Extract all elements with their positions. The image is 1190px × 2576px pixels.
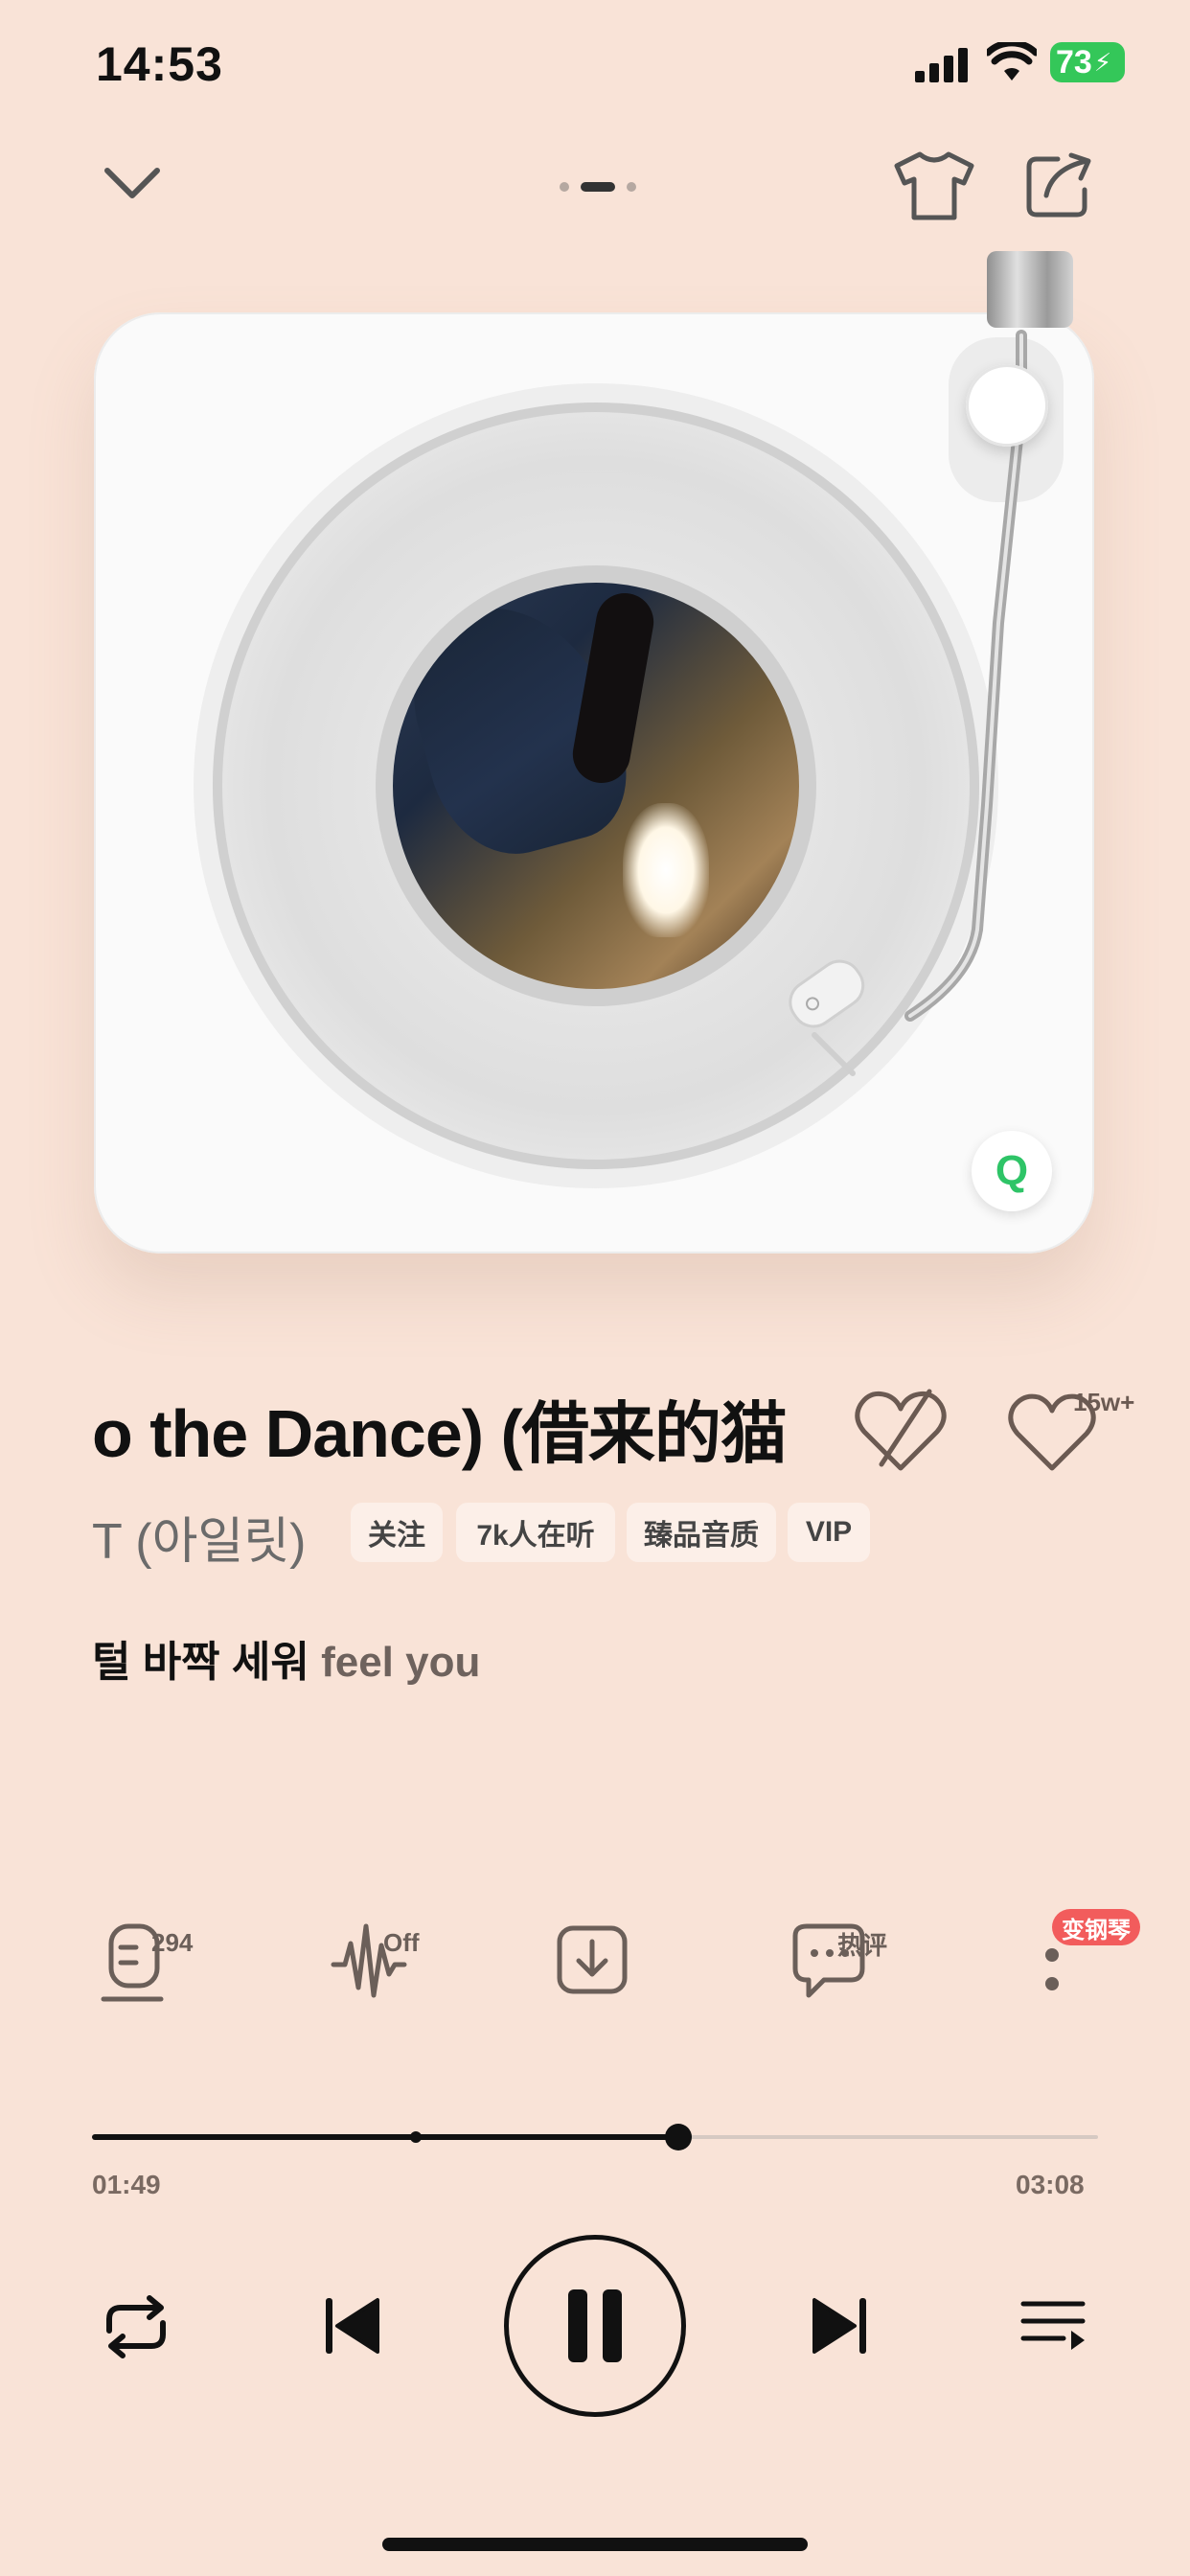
total-duration: 03:08 (1016, 2170, 1085, 2199)
karaoke-count: 294 (151, 1928, 194, 1957)
listeners-tag[interactable]: 7k人在听 (456, 1503, 615, 1562)
home-indicator[interactable] (382, 2538, 808, 2551)
pause-button[interactable] (504, 2235, 686, 2417)
sound-effect-state: Off (383, 1928, 420, 1957)
next-track-icon[interactable] (809, 2294, 870, 2358)
charging-icon: ⚡ (1093, 47, 1112, 77)
repeat-icon[interactable] (96, 2292, 176, 2361)
hot-comments-label: 热评 (837, 1931, 888, 1960)
karaoke-mic-icon[interactable] (92, 1907, 197, 2012)
piano-mode-badge[interactable]: 变钢琴 (1052, 1909, 1140, 1945)
elapsed-time: 01:49 (92, 2170, 161, 2199)
climax-marker[interactable] (410, 2131, 422, 2143)
more-options-icon[interactable] (1016, 1934, 1092, 2020)
page-indicator[interactable] (558, 180, 638, 194)
broken-heart-icon[interactable] (853, 1388, 949, 1474)
playlist-icon[interactable] (1019, 2296, 1087, 2356)
tshirt-icon[interactable] (891, 149, 977, 223)
tonearm-pivot (966, 364, 1048, 447)
pause-bar-right (603, 2289, 622, 2362)
artist-name[interactable]: T (아일릿) (92, 1501, 312, 1573)
cover-glowing-cat (623, 803, 709, 937)
qq-music-logo[interactable]: Q (972, 1131, 1052, 1211)
current-lyric[interactable]: 털 바짝 세워 feel you (92, 1627, 480, 1689)
like-count: 15w+ (1073, 1388, 1135, 1416)
status-time: 14:53 (96, 37, 223, 91)
follow-button[interactable]: 关注 (351, 1503, 443, 1562)
sound-effect-icon[interactable] (322, 1907, 427, 2012)
download-icon[interactable] (542, 1907, 648, 2012)
progress-fill (92, 2134, 678, 2140)
share-icon[interactable] (1023, 151, 1096, 220)
vip-tag[interactable]: VIP (788, 1503, 870, 1562)
lyric-upcoming: feel you (309, 1639, 481, 1686)
chevron-down-icon[interactable] (102, 161, 163, 205)
pause-bar-left (568, 2289, 587, 2362)
lyric-sung: 털 바짝 세워 (92, 1639, 309, 1686)
battery-indicator: 73 ⚡ (1050, 42, 1125, 82)
quality-tag[interactable]: 臻品音质 (627, 1503, 776, 1562)
song-title: o the Dance) (借来的猫 (92, 1396, 788, 1471)
wifi-icon (987, 42, 1037, 80)
battery-level: 73 (1056, 43, 1092, 80)
previous-track-icon[interactable] (322, 2294, 383, 2358)
progress-thumb[interactable] (665, 2124, 692, 2150)
cellular-signal-icon (915, 48, 968, 82)
album-cover[interactable] (393, 583, 799, 989)
